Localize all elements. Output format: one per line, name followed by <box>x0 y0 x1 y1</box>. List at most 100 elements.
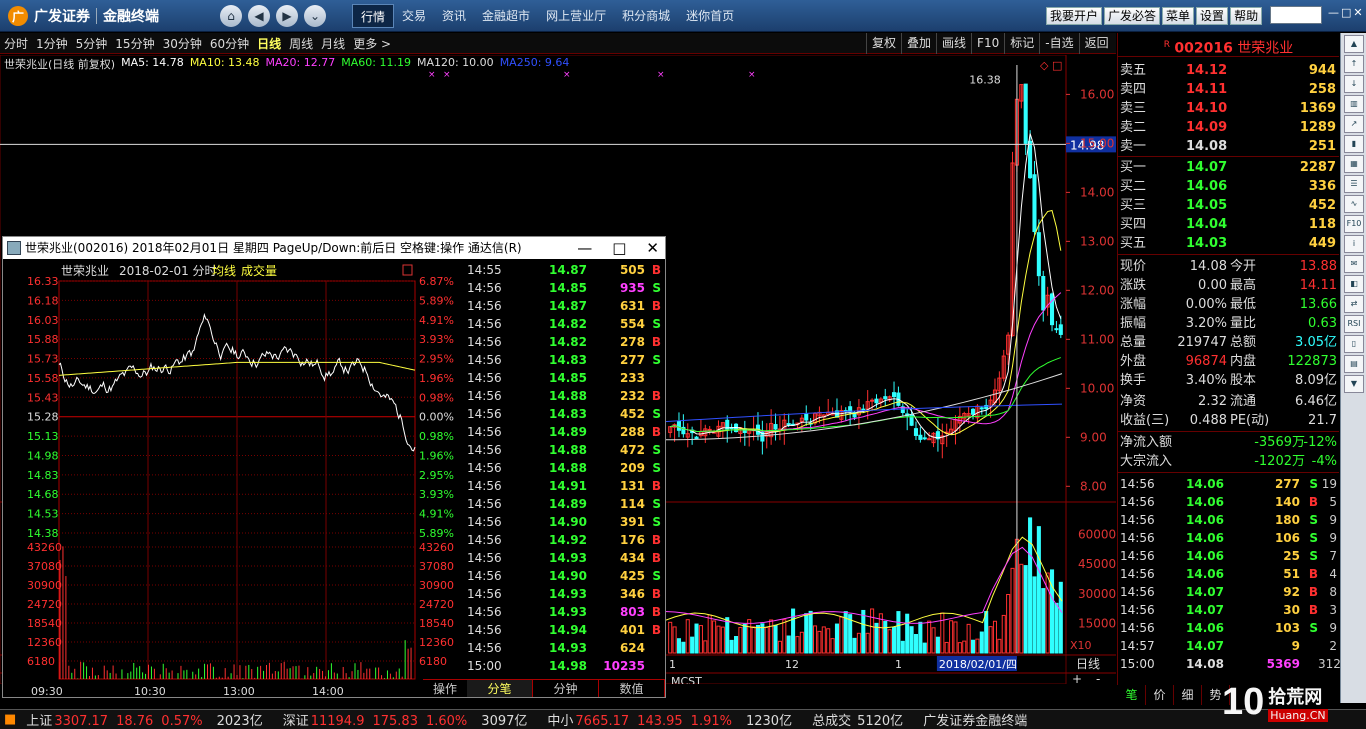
scroll-down-icon[interactable]: ▼ <box>1344 375 1364 393</box>
chart-tool-3[interactable]: F10 <box>971 33 1004 54</box>
period-tab-1[interactable]: 1分钟 <box>32 35 72 52</box>
period-tab-2[interactable]: 5分钟 <box>72 35 112 52</box>
popup-minimize-icon[interactable]: — <box>577 237 592 259</box>
search-input[interactable] <box>1270 6 1322 24</box>
stat-value: 219747 <box>1177 335 1227 350</box>
intraday-price-label: 14.68 <box>27 488 59 501</box>
tick-time: 14:56 <box>467 299 502 313</box>
quote-tab-1[interactable]: 价 <box>1146 685 1174 705</box>
tick-volume: 425 <box>619 569 645 583</box>
tick-time: 14:56 <box>467 407 502 421</box>
stat-label: 振幅 <box>1120 316 1147 331</box>
period-tab-9[interactable]: 更多 > <box>349 35 395 52</box>
rsi-icon[interactable]: RSI <box>1344 315 1364 333</box>
top-button-3[interactable]: 设置 <box>1196 7 1229 25</box>
bid-price: 14.04 <box>1186 217 1228 232</box>
sz-index[interactable]: 深证 11194.9 175.83 1.60% 3097亿 <box>283 710 538 729</box>
operation-tab[interactable]: 操作 <box>423 679 467 697</box>
news-icon[interactable]: ✉ <box>1344 255 1364 273</box>
back-icon[interactable]: ◀ <box>248 5 270 27</box>
table-icon[interactable]: ☰ <box>1344 175 1364 193</box>
menu-item-0[interactable]: 行情 <box>352 4 395 28</box>
chart-tool-5[interactable]: -自选 <box>1039 33 1078 54</box>
menu-item-5[interactable]: 积分商城 <box>614 4 678 28</box>
popup-close-icon[interactable]: ✕ <box>646 237 659 259</box>
cursor-date-label: 2018/02/01/四 <box>939 658 1017 671</box>
rt-tick-row: 14:56 14.06 277 S 19 <box>1118 475 1339 493</box>
menu-item-4[interactable]: 网上营业厅 <box>538 4 614 28</box>
top-button-1[interactable]: 广发必答 <box>1104 7 1161 25</box>
intraday-time-label: 10:30 <box>134 685 166 698</box>
tick-direction: B <box>651 605 661 619</box>
minimize-icon[interactable]: — <box>1328 6 1339 19</box>
tick-volume: 631 <box>619 299 645 313</box>
zx-index[interactable]: 中小 7665.17 143.95 1.91% 1230亿 <box>547 710 802 729</box>
info-icon[interactable]: i <box>1344 235 1364 253</box>
chart-tool-0[interactable]: 复权 <box>866 33 901 54</box>
sh-index[interactable]: 上证 3307.17 18.76 0.57% 2023亿 <box>26 710 272 729</box>
rt-tick-volume: 25 <box>1283 549 1300 563</box>
bar-icon[interactable]: ▯ <box>1344 335 1364 353</box>
home-icon[interactable]: ⌂ <box>220 5 242 27</box>
quote-tab-0[interactable]: 笔 <box>1118 685 1146 705</box>
intraday-pct-label: 0.98% <box>419 391 454 404</box>
tick-direction: B <box>651 335 661 349</box>
period-tab-8[interactable]: 月线 <box>317 35 349 52</box>
bid-row: 买五 14.03 449 <box>1118 234 1339 253</box>
menu-item-6[interactable]: 迷你首页 <box>678 4 742 28</box>
popup-maximize-icon[interactable]: □ <box>612 237 626 259</box>
top-button-4[interactable]: 帮助 <box>1230 7 1263 25</box>
close-icon[interactable]: ✕ <box>1353 6 1362 19</box>
tick-row: 14:56 14.93 346 B <box>467 585 665 603</box>
chart-tool-4[interactable]: 标记 <box>1004 33 1039 54</box>
top-button-0[interactable]: 我要开户 <box>1046 7 1103 25</box>
ask-price: 14.09 <box>1186 120 1228 135</box>
rt-tick-time: 14:56 <box>1120 603 1155 617</box>
arrow-down-icon[interactable]: ↓ <box>1344 75 1364 93</box>
period-tab-3[interactable]: 15分钟 <box>111 35 158 52</box>
volume-bar <box>716 625 721 654</box>
candle-icon[interactable]: ▮ <box>1344 135 1364 153</box>
popup-tab-0[interactable]: 分笔 <box>467 680 533 697</box>
trend-icon[interactable]: ↗ <box>1344 115 1364 133</box>
period-tab-6[interactable]: 日线 <box>253 35 285 52</box>
quote-tab-2[interactable]: 细 <box>1174 685 1202 705</box>
indicator-icon[interactable]: ∿ <box>1344 195 1364 213</box>
app-logo: 广 广发证券 金融终端 <box>8 5 159 27</box>
watermark-url: Huang.CN <box>1268 708 1328 722</box>
dropdown-chevron-icon[interactable]: ⌄ <box>304 5 326 27</box>
f10-icon[interactable]: F10 <box>1344 215 1364 233</box>
period-tab-4[interactable]: 30分钟 <box>159 35 206 52</box>
period-tab-0[interactable]: 分时 <box>0 35 32 52</box>
period-tab-5[interactable]: 60分钟 <box>206 35 253 52</box>
grid-icon[interactable]: ▦ <box>1344 155 1364 173</box>
flow-pct: -4% <box>1311 454 1337 469</box>
intraday-pct-label: 3.93% <box>419 333 454 346</box>
scroll-up-icon[interactable]: ▲ <box>1344 35 1364 53</box>
popup-titlebar[interactable]: 世荣兆业(002016) 2018年02月01日 星期四 PageUp/Down… <box>3 237 665 259</box>
tick-time: 14:56 <box>467 497 502 511</box>
intraday-chart[interactable]: 世荣兆业 2018-02-01 分时均线 成交量 16.33 6.87% 16.18 5.8… <box>3 259 467 699</box>
menu-item-3[interactable]: 金融超市 <box>474 4 538 28</box>
period-tab-7[interactable]: 周线 <box>285 35 317 52</box>
chart-type-icon[interactable]: ◧ <box>1344 275 1364 293</box>
intraday-price-label: 14.98 <box>27 449 59 462</box>
popup-tab-1[interactable]: 分钟 <box>533 680 599 697</box>
maximize-icon[interactable]: □ <box>1341 6 1351 19</box>
intraday-popup-window[interactable]: 世荣兆业(002016) 2018年02月01日 星期四 PageUp/Down… <box>2 236 666 698</box>
compare-icon[interactable]: ⇄ <box>1344 295 1364 313</box>
arrow-up-icon[interactable]: ↑ <box>1344 55 1364 73</box>
chart-tool-1[interactable]: 叠加 <box>901 33 936 54</box>
menu-item-1[interactable]: 交易 <box>394 4 434 28</box>
kline-icon[interactable]: ▥ <box>1344 95 1364 113</box>
chart-tool-2[interactable]: 画线 <box>936 33 971 54</box>
intraday-pct-label: 0.98% <box>419 430 454 443</box>
popup-tab-2[interactable]: 数值 <box>599 680 665 697</box>
chart-tool-6[interactable]: 返回 <box>1078 33 1114 54</box>
menu-item-2[interactable]: 资讯 <box>434 4 474 28</box>
forward-icon[interactable]: ▶ <box>276 5 298 27</box>
volume-bar <box>769 619 774 654</box>
top-button-2[interactable]: 菜单 <box>1162 7 1195 25</box>
tick-time: 14:56 <box>467 443 502 457</box>
layout-icon[interactable]: ▤ <box>1344 355 1364 373</box>
